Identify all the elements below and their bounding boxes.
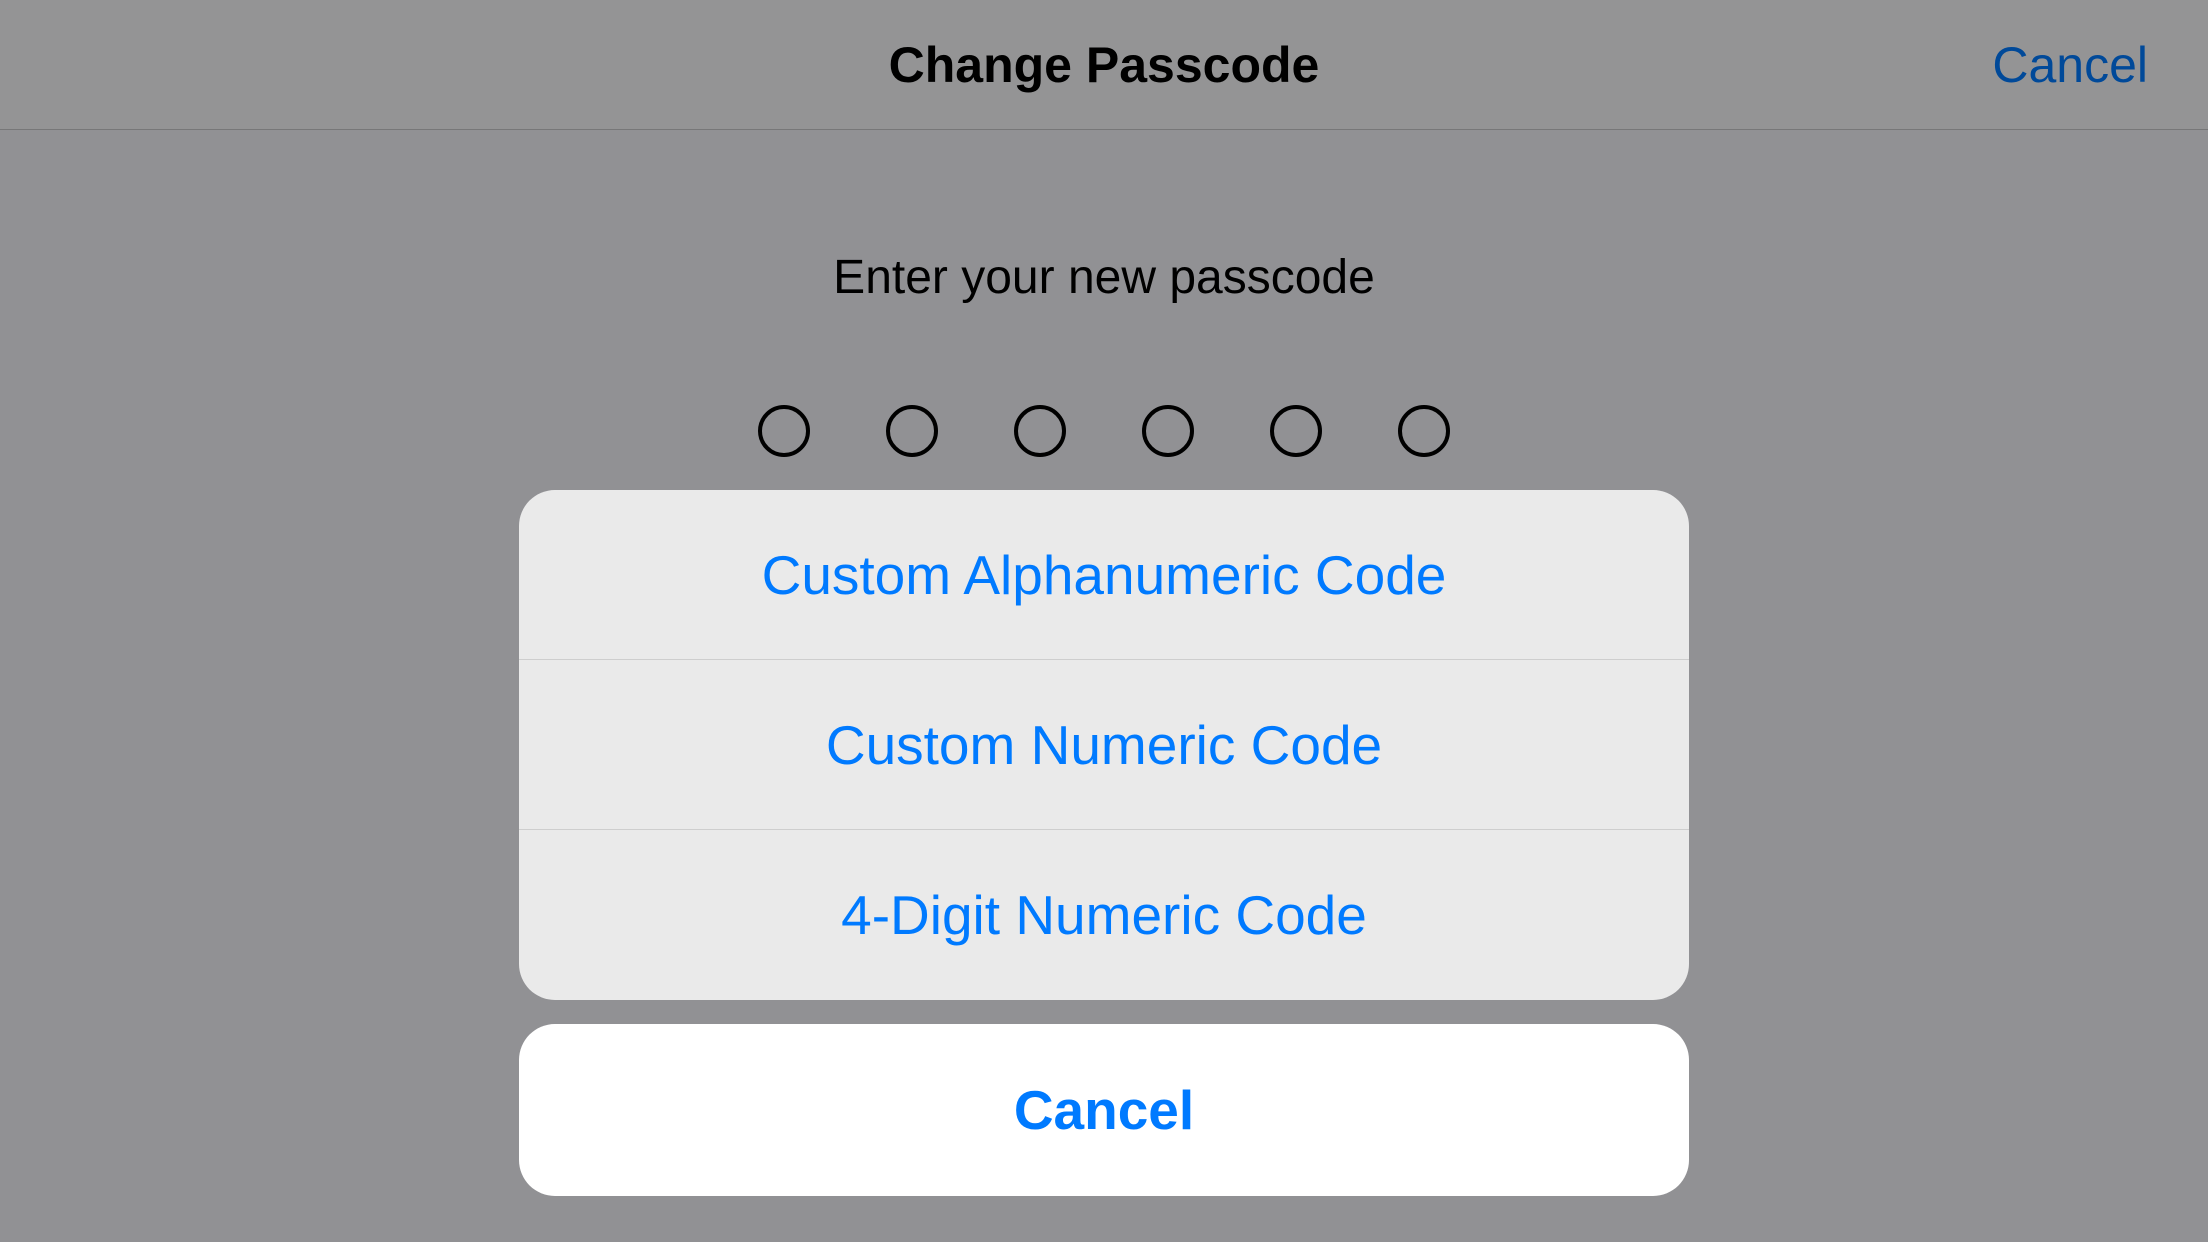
action-sheet: Custom Alphanumeric Code Custom Numeric … — [519, 490, 1689, 1196]
option-custom-alphanumeric[interactable]: Custom Alphanumeric Code — [519, 490, 1689, 660]
option-custom-numeric[interactable]: Custom Numeric Code — [519, 660, 1689, 830]
option-4-digit[interactable]: 4-Digit Numeric Code — [519, 830, 1689, 1000]
action-sheet-options: Custom Alphanumeric Code Custom Numeric … — [519, 490, 1689, 1000]
action-sheet-cancel-button[interactable]: Cancel — [519, 1024, 1689, 1196]
